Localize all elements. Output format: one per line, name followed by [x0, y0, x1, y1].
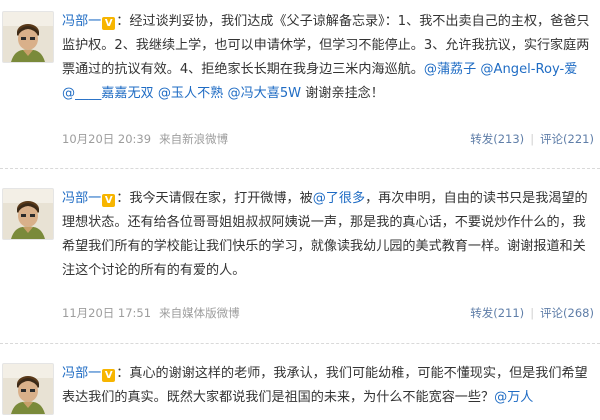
repost-button[interactable]: 转发(211): [470, 306, 524, 320]
post-divider: [0, 343, 600, 344]
post-meta: 10月20日 20:39 来自新浪微博 转发(213) | 评论(221): [62, 129, 594, 149]
post-source-link[interactable]: 来自媒体版微博: [159, 306, 240, 320]
post-body-tail: 谢谢亲挂念！: [305, 86, 384, 101]
verified-badge-icon: V: [102, 17, 116, 30]
mention-link[interactable]: @____嘉嘉无双: [62, 86, 154, 101]
avatar[interactable]: [2, 363, 54, 415]
user-name-link[interactable]: 冯部一: [62, 14, 101, 29]
avatar[interactable]: [2, 188, 54, 240]
post-actions: 转发(213) | 评论(221): [470, 129, 594, 149]
user-name-link[interactable]: 冯部一: [62, 366, 101, 381]
post-timestamp-link[interactable]: 10月20日 20:39: [62, 132, 151, 146]
verified-badge-icon: V: [102, 194, 116, 207]
action-separator: |: [530, 132, 535, 146]
post-actions: 转发(211) | 评论(268): [470, 303, 594, 323]
avatar-image: [3, 12, 53, 62]
post-colon: ：: [116, 366, 130, 381]
verified-badge-icon: V: [102, 369, 116, 382]
mention-link[interactable]: @冯大喜5W: [227, 86, 301, 101]
post-text: 冯部一 V ：我今天请假在家，打开微博，被@了很多，再次申明，自由的读书只是我渴望的…: [62, 187, 594, 283]
post-divider: [0, 168, 600, 169]
post-meta: 11月20日 17:51 来自媒体版微博 转发(211) | 评论(268): [62, 303, 594, 323]
weibo-post: 冯部一 V ：我今天请假在家，打开微博，被@了很多，再次申明，自由的读书只是我渴望的…: [0, 175, 600, 335]
weibo-feed: 冯部一 V ：经过谈判妥协，我们达成《父子谅解备忘录》：1、我不出卖自己的主权，爸爸…: [0, 0, 600, 420]
post-colon: ：: [116, 14, 130, 29]
comment-button[interactable]: 评论(268): [540, 306, 594, 320]
mention-link[interactable]: @蒲荔子: [424, 62, 476, 77]
mention-link[interactable]: @万人: [494, 390, 533, 405]
user-name-link[interactable]: 冯部一: [62, 191, 101, 206]
avatar-image: [3, 189, 53, 239]
weibo-post: 冯部一 V ：经过谈判妥协，我们达成《父子谅解备忘录》：1、我不出卖自己的主权，爸爸…: [0, 0, 600, 160]
repost-button[interactable]: 转发(213): [470, 132, 524, 146]
avatar[interactable]: [2, 11, 54, 63]
comment-button[interactable]: 评论(221): [540, 132, 594, 146]
post-colon: ：: [116, 191, 130, 206]
weibo-post: 冯部一 V ：真心的谢谢这样的老师，我承认，我们可能幼稚，可能不懂现实，但是我们希望…: [0, 350, 600, 420]
avatar-image: [3, 364, 53, 414]
post-source-link[interactable]: 来自新浪微博: [159, 132, 228, 146]
mention-link[interactable]: @Angel-Roy-爱: [480, 62, 577, 77]
action-separator: |: [530, 306, 535, 320]
mention-link[interactable]: @了很多: [313, 191, 365, 206]
mention-link[interactable]: @玉人不熟: [158, 86, 223, 101]
post-text: 冯部一 V ：真心的谢谢这样的老师，我承认，我们可能幼稚，可能不懂现实，但是我们希望…: [62, 362, 594, 410]
post-body: 我今天请假在家，打开微博，被: [129, 191, 313, 206]
post-text: 冯部一 V ：经过谈判妥协，我们达成《父子谅解备忘录》：1、我不出卖自己的主权，爸爸…: [62, 10, 594, 106]
post-timestamp-link[interactable]: 11月20日 17:51: [62, 306, 151, 320]
